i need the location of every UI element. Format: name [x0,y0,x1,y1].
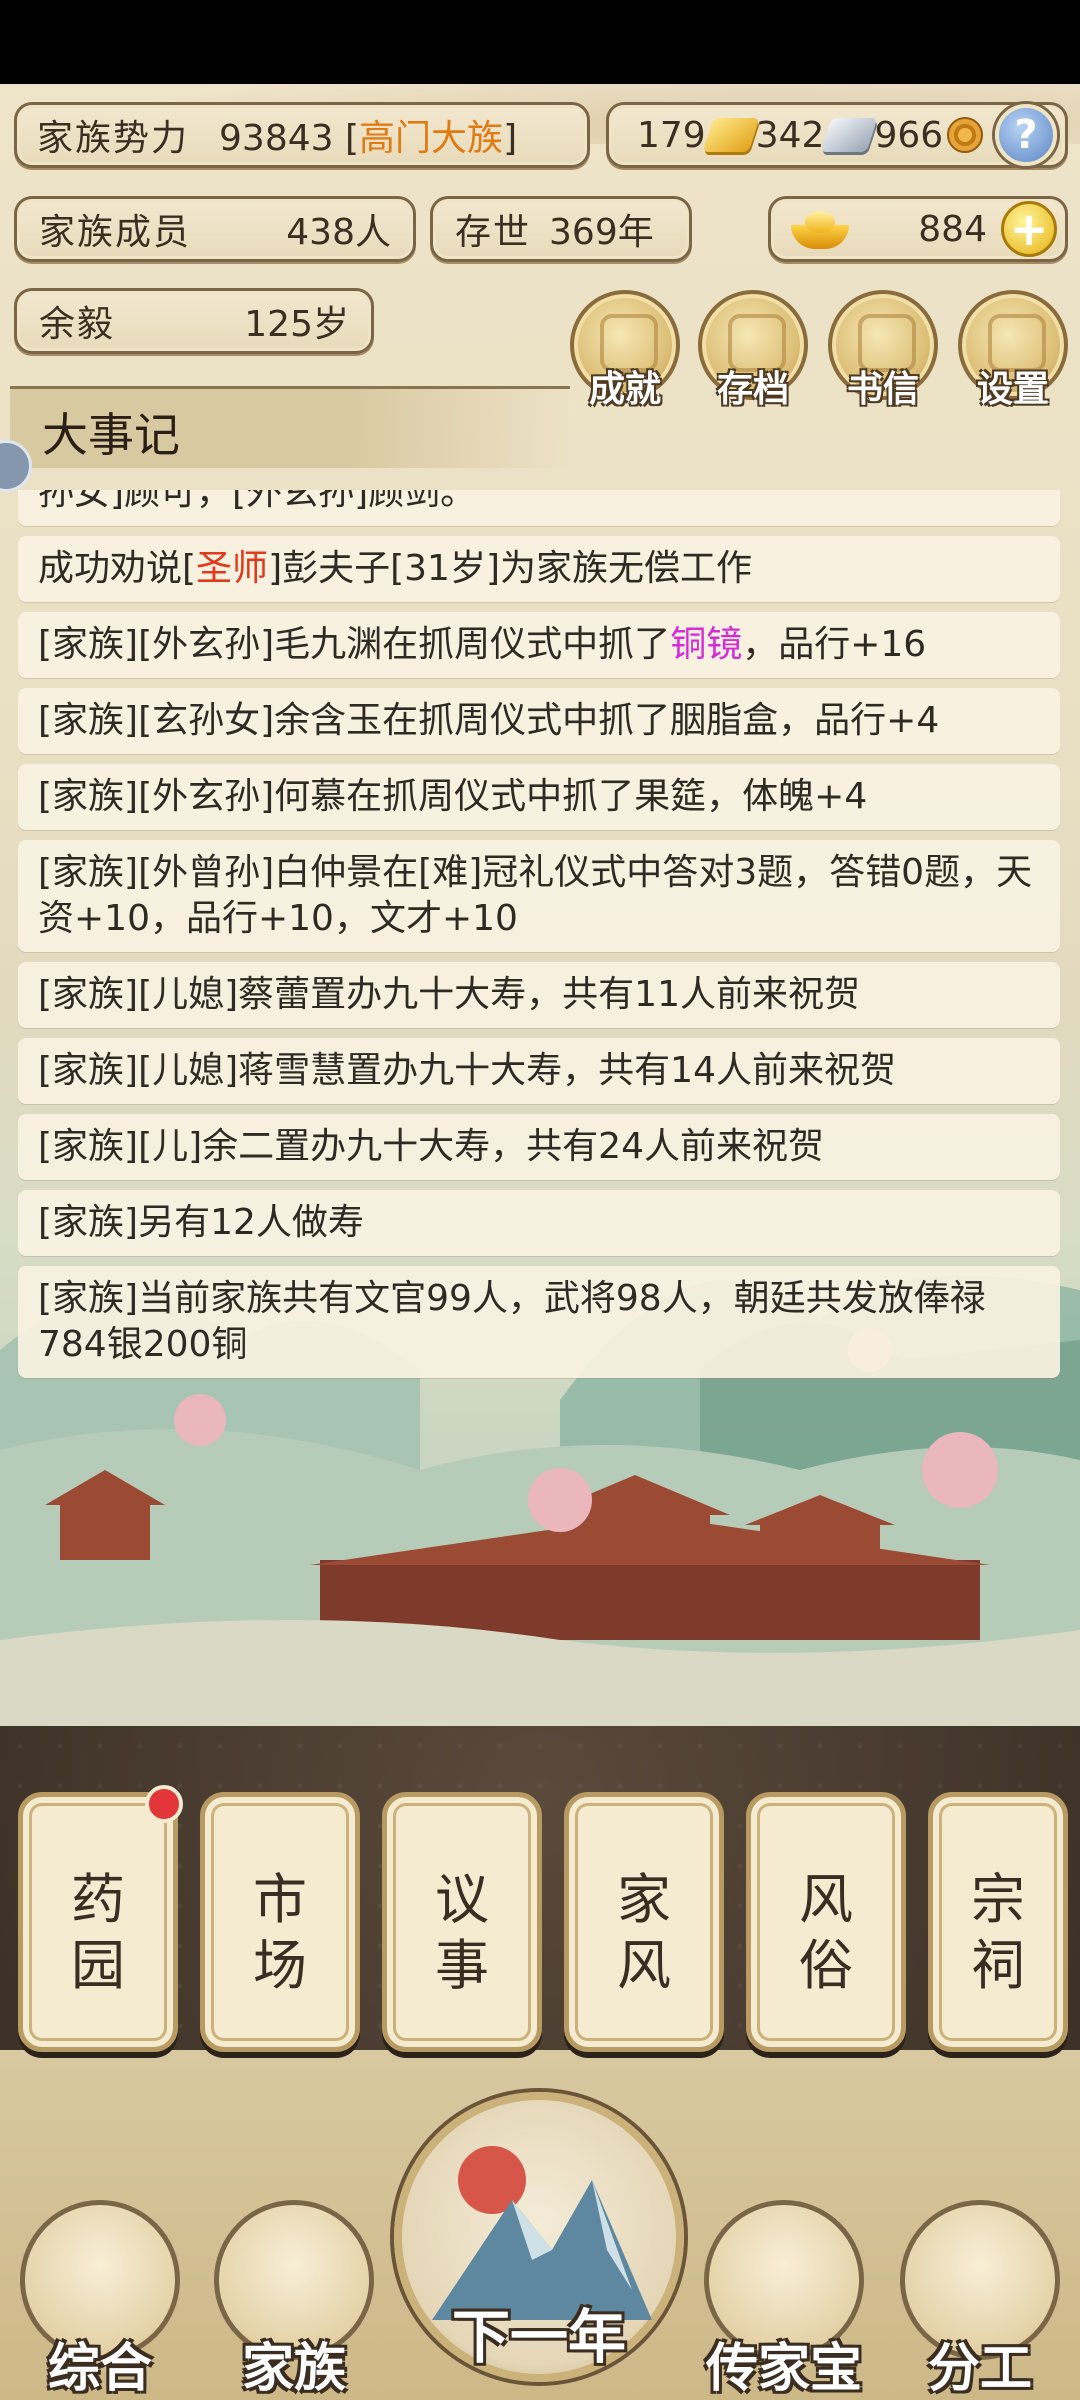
copper-coin-icon [947,117,984,153]
event-item: [家族]另有12人做寿 [18,1190,1060,1256]
card-herb-garden[interactable]: 药园 [18,1785,183,2052]
nav-division-label: 分工 [927,2339,1032,2399]
achievement-button[interactable]: 成就 [570,290,680,410]
family-members-label: 家族成员 [39,212,192,253]
event-item: 孙女]顾可，[外玄孙]顾剑。 [18,490,1060,526]
event-item: 成功劝说[圣师]彭夫子[31岁]为家族无偿工作 [18,536,1060,602]
event-text: [家族]当前家族共有文官99人，武将98人，朝廷共发放俸禄784银200铜 [38,1278,986,1365]
card-label: 家风 [617,1868,671,1997]
rank-bracket-close: ] [503,118,518,159]
ingot-panel: 884 + [768,196,1068,262]
event-text: [家族]另有12人做寿 [38,1202,364,1243]
save-label: 存档 [716,369,789,410]
event-highlight-title: 圣师 [196,548,269,589]
patriarch-name: 余毅 [39,304,116,345]
card-label: 议事 [435,1868,489,1997]
silver-amount: 342 [755,114,878,156]
event-item: [家族]当前家族共有文官99人，武将98人，朝廷共发放俸禄784银200铜 [18,1266,1060,1378]
family-power-value: 93843 [高门大族] [219,109,517,161]
event-item: [家族][玄孙女]余含玉在抓周仪式中抓了胭脂盒，品行+4 [18,688,1060,754]
settings-button[interactable]: 设置 [958,290,1068,410]
save-button[interactable]: 存档 [698,290,808,410]
patriarch-panel: 余毅 125岁 [14,288,374,354]
card-customs[interactable]: 风俗 [746,1792,906,2052]
event-text: [家族][儿]余二置办九十大寿，共有24人前来祝贺 [38,1126,824,1167]
card-market[interactable]: 市场 [200,1792,360,2052]
event-text: [家族][儿媳]蔡蕾置办九十大寿，共有11人前来祝贺 [38,974,860,1015]
event-item: [家族][儿]余二置办九十大寿，共有24人前来祝贺 [18,1114,1060,1180]
card-label: 风俗 [799,1868,853,1997]
events-title: 大事记 [42,408,180,462]
notification-badge [145,1785,183,1823]
next-year-label: 下一年 [451,2303,626,2371]
family-years-value: 369年 [549,212,654,253]
events-list[interactable]: 孙女]顾可，[外玄孙]顾剑。 成功劝说[圣师]彭夫子[31岁]为家族无偿工作 [… [18,490,1062,1470]
silver-bar-icon [820,118,878,152]
event-text: [家族][外玄孙]何慕在抓周仪式中抓了果筵，体魄+4 [38,776,868,817]
event-text: 成功劝说[ [38,548,197,589]
next-year-button[interactable]: 下一年 [394,2092,684,2392]
event-text: [家族][儿媳]蒋雪慧置办九十大寿，共有14人前来祝贺 [38,1050,896,1091]
silver-value: 342 [755,114,825,156]
help-button[interactable]: ? [995,104,1057,166]
card-family-style[interactable]: 家风 [564,1792,724,2052]
nav-overview[interactable]: 综合 [10,2190,190,2399]
event-highlight-item: 铜镜 [670,624,743,665]
card-ancestral-hall[interactable]: 宗祠 [928,1792,1068,2052]
ingot-value: 884 [918,208,987,250]
family-power-number: 93843 [219,118,334,159]
card-council[interactable]: 议事 [382,1792,542,2052]
nav-heirloom-label: 传家宝 [705,2339,862,2399]
family-power-panel: 家族势力 93843 [高门大族] [14,102,590,168]
event-item: [家族][儿媳]蒋雪慧置办九十大寿，共有14人前来祝贺 [18,1038,1060,1104]
event-text: [家族][外曾孙]白仲景在[难]冠礼仪式中答对3题，答错0题，天资+10，品行+… [38,852,1033,939]
achievement-label: 成就 [588,369,661,410]
nav-division[interactable]: 分工 [890,2190,1070,2399]
family-members-value: 438人 [286,212,391,253]
family-members-panel: 家族成员 438人 [14,196,416,262]
event-text: ]彭夫子[31岁]为家族无偿工作 [268,548,753,589]
nav-overview-label: 综合 [47,2339,152,2399]
family-rank: 高门大族 [359,118,504,159]
event-text: ，品行+16 [742,624,927,665]
gold-amount: 179 [637,114,760,156]
event-item: [家族][外玄孙]何慕在抓周仪式中抓了果筵，体魄+4 [18,764,1060,830]
rank-bracket-open: [ [345,118,360,159]
settings-label: 设置 [976,369,1049,410]
card-label: 宗祠 [971,1868,1025,1997]
event-text: [家族][外玄孙]毛九渊在抓周仪式中抓了 [38,624,671,665]
family-years-label: 存世 [455,212,532,253]
event-item: [家族][外玄孙]毛九渊在抓周仪式中抓了铜镜，品行+16 [18,612,1060,678]
gold-ingot-icon [791,209,849,249]
patriarch-age: 125岁 [244,304,349,345]
currency-panel: 179 342 966 ? [606,102,1068,168]
nav-heirloom[interactable]: 传家宝 [694,2190,874,2399]
letter-button[interactable]: 书信 [828,290,938,410]
card-label: 市场 [253,1868,307,1997]
events-header: 大事记 [10,386,570,468]
add-ingot-button[interactable]: + [1001,201,1057,257]
system-status-bar [0,0,1080,84]
coin-amount: 966 [874,114,984,156]
letter-label: 书信 [846,369,919,410]
gold-bar-icon [702,118,760,152]
event-item: [家族][外曾孙]白仲景在[难]冠礼仪式中答对3题，答错0题，天资+10，品行+… [18,840,1060,952]
event-text: 孙女]顾可，[外玄孙]顾剑。 [38,490,477,513]
family-power-label: 家族势力 [37,118,190,159]
event-text: [家族][玄孙女]余含玉在抓周仪式中抓了胭脂盒，品行+4 [38,700,940,741]
family-years-panel: 存世 369年 [430,196,692,262]
card-label: 药园 [71,1868,125,1997]
event-item: [家族][儿媳]蔡蕾置办九十大寿，共有11人前来祝贺 [18,962,1060,1028]
nav-family-label: 家族 [241,2339,346,2399]
coin-value: 966 [874,114,944,156]
nav-family[interactable]: 家族 [204,2190,384,2399]
gold-value: 179 [637,114,706,156]
